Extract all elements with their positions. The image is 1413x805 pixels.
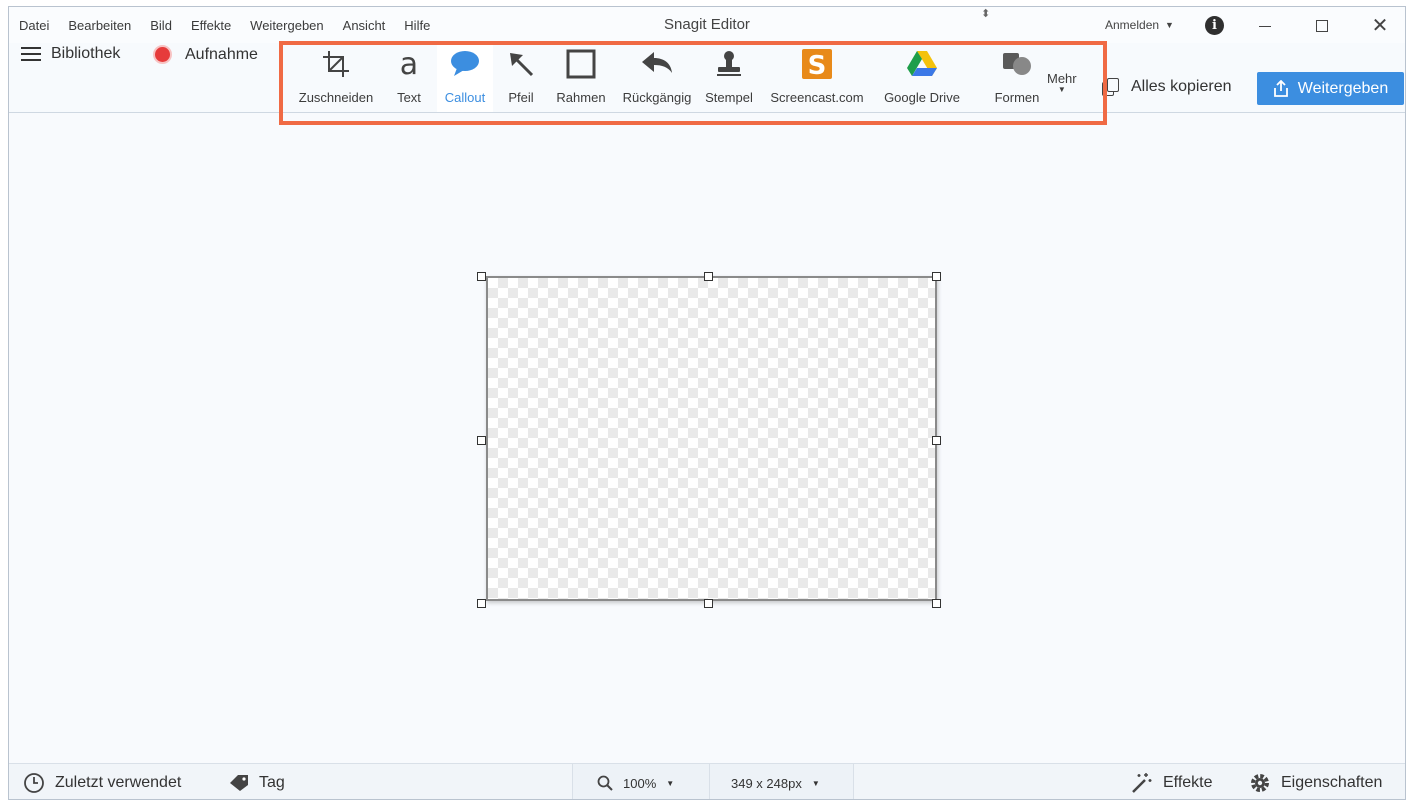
resize-handle-top[interactable] [704, 272, 713, 281]
share-icon [1273, 79, 1288, 97]
share-label: Weitergeben [1297, 79, 1389, 97]
tag-button[interactable]: Tag [229, 764, 285, 799]
rectangle-icon [566, 42, 596, 86]
tool-arrow[interactable]: Pfeil [497, 42, 545, 112]
tool-shapes[interactable]: Formen [981, 42, 1053, 112]
resize-handle-bottom-right[interactable] [932, 599, 941, 608]
shapes-icon [1001, 42, 1033, 86]
properties-label: Eigenschaften [1281, 774, 1383, 791]
dimensions-value: 349 x 248px [731, 775, 802, 791]
magnifier-icon [597, 775, 613, 791]
stamp-icon [714, 42, 744, 86]
capture-label: Aufnahme [185, 45, 258, 63]
info-icon[interactable]: i [1205, 16, 1224, 35]
gear-icon [1251, 774, 1269, 792]
svg-text:a: a [400, 47, 418, 81]
tool-google-drive[interactable]: Google Drive [875, 42, 969, 112]
crop-icon [321, 42, 351, 86]
snagit-editor-window: Datei Bearbeiten Bild Effekte Weitergebe… [8, 6, 1406, 800]
menu-bar: Datei Bearbeiten Bild Effekte Weitergebe… [9, 7, 1405, 43]
tag-label: Tag [259, 774, 285, 791]
sign-in-button[interactable]: Anmelden ▼ [1105, 18, 1174, 32]
resize-handle-left[interactable] [477, 436, 486, 445]
window-title: Snagit Editor [664, 16, 750, 33]
tool-label: Zuschneiden [298, 90, 374, 105]
tool-label: Text [397, 90, 421, 105]
resize-handle-top-left[interactable] [477, 272, 486, 281]
close-button[interactable]: ✕ [1357, 13, 1403, 39]
zoom-value: 100% [623, 775, 657, 791]
chevron-down-icon: ▼ [811, 778, 820, 788]
arrow-icon [506, 42, 536, 86]
close-icon: ✕ [1371, 15, 1389, 37]
library-label: Bibliothek [51, 45, 121, 62]
tag-icon [230, 775, 248, 791]
resize-handle-bottom-left[interactable] [477, 599, 486, 608]
transparent-canvas-image[interactable] [486, 276, 937, 601]
text-icon: a [394, 42, 424, 86]
canvas-area[interactable] [9, 113, 1405, 763]
copy-all-button[interactable]: Alles kopieren [1101, 77, 1232, 97]
tool-undo[interactable]: Rückgängig [615, 42, 699, 112]
tool-label: Rahmen [556, 90, 606, 105]
more-label: Mehr [1047, 71, 1077, 86]
library-button[interactable]: Bibliothek [21, 45, 120, 63]
capture-button[interactable]: Aufnahme [153, 45, 258, 64]
callout-icon [449, 42, 481, 86]
maximize-icon [1316, 20, 1328, 32]
chevron-down-icon: ▼ [1165, 20, 1174, 30]
screencast-icon: S [801, 42, 833, 86]
google-drive-icon [906, 42, 938, 86]
more-tools-button[interactable]: Mehr ▼ [1047, 71, 1077, 94]
tool-label: Google Drive [884, 90, 960, 105]
chevron-down-icon: ▼ [666, 778, 675, 788]
properties-button[interactable]: Eigenschaften [1249, 764, 1383, 799]
record-icon [153, 45, 172, 64]
resize-handle-top-right[interactable] [932, 272, 941, 281]
effects-button[interactable]: Effekte [1131, 764, 1213, 799]
divider [709, 764, 710, 799]
magic-wand-icon [1132, 773, 1152, 793]
divider [853, 764, 854, 799]
tool-label: Pfeil [508, 90, 534, 105]
minimize-icon [1259, 25, 1271, 27]
tool-stamp[interactable]: Stempel [699, 42, 759, 112]
clock-icon [24, 773, 44, 793]
tool-label: Formen [994, 90, 1040, 105]
sign-in-label: Anmelden [1105, 18, 1160, 32]
svg-text:S: S [808, 51, 827, 80]
copy-all-label: Alles kopieren [1131, 78, 1232, 95]
tool-crop[interactable]: Zuschneiden [281, 42, 391, 112]
status-bar: Zuletzt verwendet Tag 100% ▼ 349 x 248px… [9, 763, 1405, 799]
tool-callout[interactable]: Callout [437, 42, 493, 112]
tool-label: Stempel [705, 90, 753, 105]
image-dimensions-control[interactable]: 349 x 248px ▼ [731, 764, 820, 799]
effects-label: Effekte [1163, 774, 1213, 791]
tool-screencast[interactable]: S Screencast.com [761, 42, 873, 112]
share-button[interactable]: Weitergeben [1257, 72, 1404, 105]
drag-handle-icon[interactable]: ⬍ [981, 7, 990, 20]
tool-label: Callout [444, 90, 486, 105]
tool-label: Rückgängig [622, 90, 692, 105]
divider [572, 764, 573, 799]
recent-label: Zuletzt verwendet [55, 774, 182, 791]
chevron-down-icon: ▼ [1057, 85, 1066, 94]
resize-handle-bottom[interactable] [704, 599, 713, 608]
hamburger-menu-icon [21, 47, 41, 61]
undo-icon [640, 42, 674, 86]
tool-label: Screencast.com [770, 90, 864, 105]
maximize-button[interactable] [1299, 13, 1345, 39]
tool-text[interactable]: a Text [385, 42, 433, 112]
recent-filter-button[interactable]: Zuletzt verwendet [23, 764, 182, 799]
tool-rectangle[interactable]: Rahmen [549, 42, 613, 112]
resize-handle-right[interactable] [932, 436, 941, 445]
minimize-button[interactable] [1242, 13, 1288, 39]
copy-icon [1101, 77, 1121, 97]
tool-group: Zuschneiden a Text Callout Pfeil Rahmen … [281, 42, 1101, 112]
zoom-control[interactable]: 100% ▼ [597, 764, 675, 799]
